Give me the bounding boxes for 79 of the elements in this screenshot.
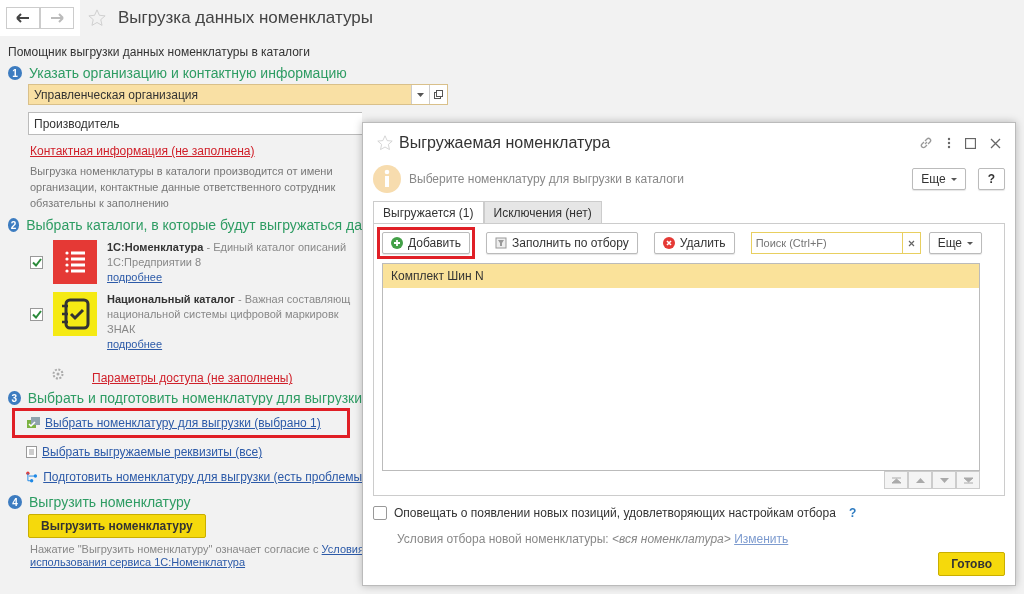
catalog-description: национальной системы цифровой маркировк [107,307,340,322]
caret-icon [967,241,974,245]
back-arrow-icon [16,13,30,23]
dialog-title: Выгружаемая номенклатура [399,134,611,152]
filter-condition: Условия отбора новой номенклатуры: <вся номенклатура> [397,532,731,546]
forward-arrow-icon [50,13,64,23]
step-link[interactable]: Подготовить номенклатуру для выгрузки (есть проблемы [43,470,362,484]
page-title: Выгрузка данных номенклатуры [118,8,373,28]
fill-button[interactable]: Заполнить по отбору [486,232,638,254]
step-number: 4 [8,495,22,509]
catalog-description: Национальный каталог - Важная составляющ [107,292,351,307]
close-icon [907,239,915,247]
tab[interactable]: Выгружается (1) [373,201,484,223]
arrow-to-bar-icon [891,476,901,484]
table-row[interactable]: Комплект Шин N [383,264,979,288]
catalog-description: 1С:Номенклатура - Единый каталог описаний [107,240,347,255]
boxes-icon [27,417,40,429]
more-button[interactable]: Еще [928,232,983,254]
arrow-to-bar-icon [963,476,973,484]
export-button[interactable]: Выгрузить номенклатуру [28,514,206,538]
catalog-checkbox[interactable] [30,256,43,269]
step-title: Указать организацию и контактную информацию [29,65,347,81]
dropdown-icon[interactable] [411,85,429,104]
step-number: 2 [8,218,20,232]
move-top-button[interactable] [884,471,908,489]
step-link[interactable]: Выбрать номенклатуру для выгрузки (выбрано 1) [45,416,321,430]
maximize-icon[interactable] [965,137,976,149]
terms-link[interactable]: использования сервиса 1С:Номенклатура [30,556,246,568]
info-icon [373,165,401,193]
triangle-icon [915,476,925,484]
hierarchy-icon [26,471,39,483]
step-title: Выбрать и подготовить номенклатуру для выгрузки [27,391,362,405]
close-icon[interactable] [990,137,1001,149]
caret-icon [950,177,957,181]
link-icon[interactable] [919,136,933,150]
role-field[interactable]: Производитель [28,112,362,135]
more-icon[interactable] [947,137,951,149]
access-settings-link[interactable]: Параметры доступа (не заполнены) [92,371,293,385]
notify-checkbox[interactable] [373,506,387,520]
search-field[interactable]: Поиск (Ctrl+F) [750,232,902,254]
open-icon[interactable] [429,85,447,104]
info-message: Выберите номенклатуру для выгрузки в каталоги [409,172,684,186]
step-title: Выгрузить номенклатуру [29,494,191,510]
filter-icon [495,237,508,249]
contact-note: Выгрузка номенклатуры в каталоги производится от имени организации, контактные данные ответственного сотрудник обязательны к заполнению [30,164,337,211]
move-up-button[interactable] [908,471,932,489]
triangle-icon [939,476,949,484]
catalog-description: ЗНАК [107,322,137,337]
step-number: 3 [8,391,21,405]
agreement-text: Нажатие "Выгрузить номенклатуру" означает согласие с [30,543,320,555]
catalog-checkbox[interactable] [30,308,43,321]
tab[interactable]: Исключения (нет) [483,201,602,223]
help-link[interactable]: ? [848,506,857,520]
details-link[interactable]: подробнее [107,271,163,283]
help-button[interactable]: ? [977,168,1005,190]
more-button[interactable]: Еще [912,168,966,190]
step-link[interactable]: Выбрать выгружаемые реквизиты (все) [42,445,263,459]
done-button[interactable]: Готово [938,552,1005,576]
checklist-notebook-icon [53,292,97,336]
assistant-caption: Помощник выгрузки данных номенклатуры в каталоги [8,45,311,59]
notify-label: Оповещать о появлении новых позиций, удовлетворяющих настройкам отбора [394,506,836,520]
details-link[interactable]: подробнее [107,338,163,350]
document-icon [26,446,37,458]
move-down-button[interactable] [932,471,956,489]
gear-icon [52,367,64,380]
catalog-description: 1С:Предприятии 8 [107,255,203,270]
plus-icon [391,237,403,249]
move-bottom-button[interactable] [956,471,980,489]
delete-button[interactable]: Удалить [653,232,735,254]
contact-info-link[interactable]: Контактная информация (не заполнена) [30,144,255,158]
star-icon[interactable] [88,9,106,27]
delete-icon [662,237,675,249]
list-logo-icon [53,240,97,284]
step-number: 1 [8,66,22,80]
back-button[interactable] [6,7,40,29]
organization-field[interactable]: Управленческая организация [28,84,448,105]
step-title: Выбрать каталоги, в которые будут выгружаться да [26,217,362,233]
add-button[interactable]: Добавить [382,232,471,254]
star-icon[interactable] [377,135,393,151]
